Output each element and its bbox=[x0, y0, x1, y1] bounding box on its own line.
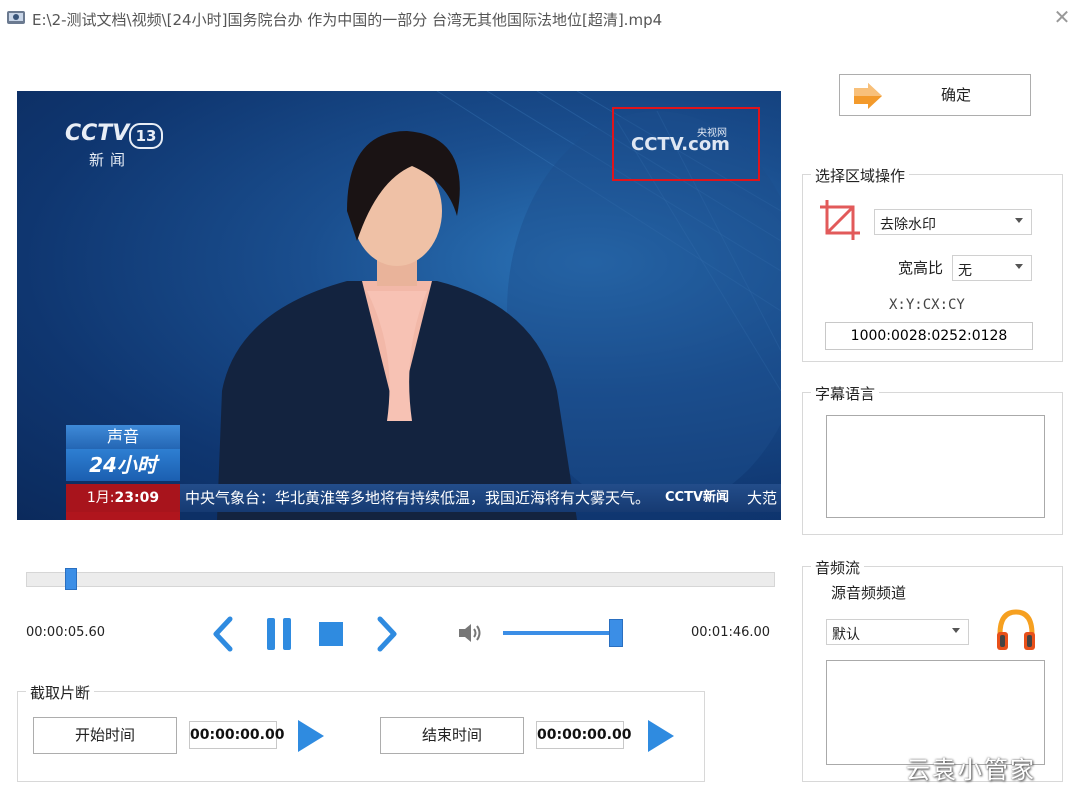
crop-icon[interactable] bbox=[819, 199, 861, 241]
start-time-button[interactable]: 开始时间 bbox=[33, 717, 177, 754]
clip-group-title: 截取片断 bbox=[26, 682, 95, 703]
chevron-down-icon bbox=[1015, 218, 1023, 223]
audio-source-select[interactable]: 默认 bbox=[826, 619, 969, 645]
subtitle-group-title: 字幕语言 bbox=[811, 383, 880, 404]
pause-icon[interactable] bbox=[265, 617, 293, 651]
previous-icon[interactable] bbox=[210, 616, 236, 652]
channel-name: 新闻 bbox=[89, 151, 132, 169]
total-time: 00:01:46.00 bbox=[691, 625, 771, 640]
audio-source-label: 源音频频道 bbox=[831, 584, 907, 602]
seek-thumb[interactable] bbox=[65, 568, 78, 590]
ticker-date: 1月:23:09 bbox=[66, 484, 180, 512]
footer-watermark: 云袁小管家 bbox=[906, 756, 1036, 784]
start-play-icon[interactable] bbox=[296, 719, 326, 753]
ticker-logo: CCTV新闻 bbox=[665, 490, 730, 505]
channel-number: 13 bbox=[129, 123, 163, 149]
end-time-button[interactable]: 结束时间 bbox=[380, 717, 524, 754]
end-time-field[interactable]: 00:00:00.00 bbox=[536, 721, 631, 749]
watermark-logo: 央视网 CCTV.com bbox=[631, 124, 751, 164]
ticker-text: 中央气象台：华北黄淮等多地将有持续低温，我国近海将有大雾天气。 bbox=[185, 489, 651, 507]
confirm-label: 确定 bbox=[940, 86, 971, 104]
ticker-time: 23:09 bbox=[114, 490, 160, 506]
audio-group-title: 音频流 bbox=[811, 557, 865, 578]
volume-thumb[interactable] bbox=[609, 619, 624, 647]
close-button[interactable]: ✕ bbox=[1052, 5, 1072, 29]
channel-logo-text: CCTV bbox=[65, 121, 130, 146]
headphones-icon[interactable] bbox=[994, 608, 1038, 652]
stop-icon[interactable] bbox=[319, 622, 343, 646]
aspect-select[interactable]: 无 bbox=[952, 255, 1032, 281]
ticker-month: 1月: bbox=[86, 490, 115, 506]
chevron-down-icon bbox=[1015, 264, 1023, 269]
end-play-icon[interactable] bbox=[646, 719, 676, 753]
region-group-title: 选择区域操作 bbox=[811, 165, 910, 186]
aspect-label: 宽高比 bbox=[898, 259, 944, 277]
volume-slider[interactable] bbox=[503, 631, 617, 635]
subtitle-list[interactable] bbox=[826, 415, 1045, 518]
start-time-field[interactable]: 00:00:00.00 bbox=[189, 721, 284, 749]
operation-value: 去除水印 bbox=[880, 217, 936, 233]
audio-source-value: 默认 bbox=[832, 627, 860, 643]
badge-top: 声音 bbox=[66, 425, 180, 449]
ticker-more: 大范 bbox=[747, 489, 778, 507]
video-preview[interactable]: CCTV 13 新闻 央视网 CCTV.com 声音 24小时 1月:23:09… bbox=[17, 91, 781, 520]
operation-select[interactable]: 去除水印 bbox=[874, 209, 1032, 235]
confirm-button[interactable]: 确定 bbox=[839, 74, 1031, 116]
app-icon bbox=[7, 11, 25, 24]
current-time: 00:00:05.60 bbox=[26, 625, 106, 640]
next-icon[interactable] bbox=[374, 616, 400, 652]
seek-bar[interactable] bbox=[26, 572, 775, 587]
aspect-value: 无 bbox=[958, 263, 972, 279]
watermark-text: CCTV.com bbox=[631, 134, 730, 155]
channel-logo: CCTV 13 新闻 bbox=[65, 121, 165, 171]
coords-field[interactable]: 1000:0028:0252:0128 bbox=[825, 322, 1033, 350]
volume-icon[interactable] bbox=[457, 621, 485, 645]
title-bar: E:\2-测试文档\视频\[24小时]国务院台办 作为中国的一部分 台湾无其他国… bbox=[0, 0, 1080, 36]
window-title: E:\2-测试文档\视频\[24小时]国务院台办 作为中国的一部分 台湾无其他国… bbox=[32, 11, 663, 29]
coords-label: X:Y:CX:CY bbox=[889, 297, 965, 313]
chevron-down-icon bbox=[952, 628, 960, 633]
badge-mid: 24小时 bbox=[66, 449, 180, 481]
